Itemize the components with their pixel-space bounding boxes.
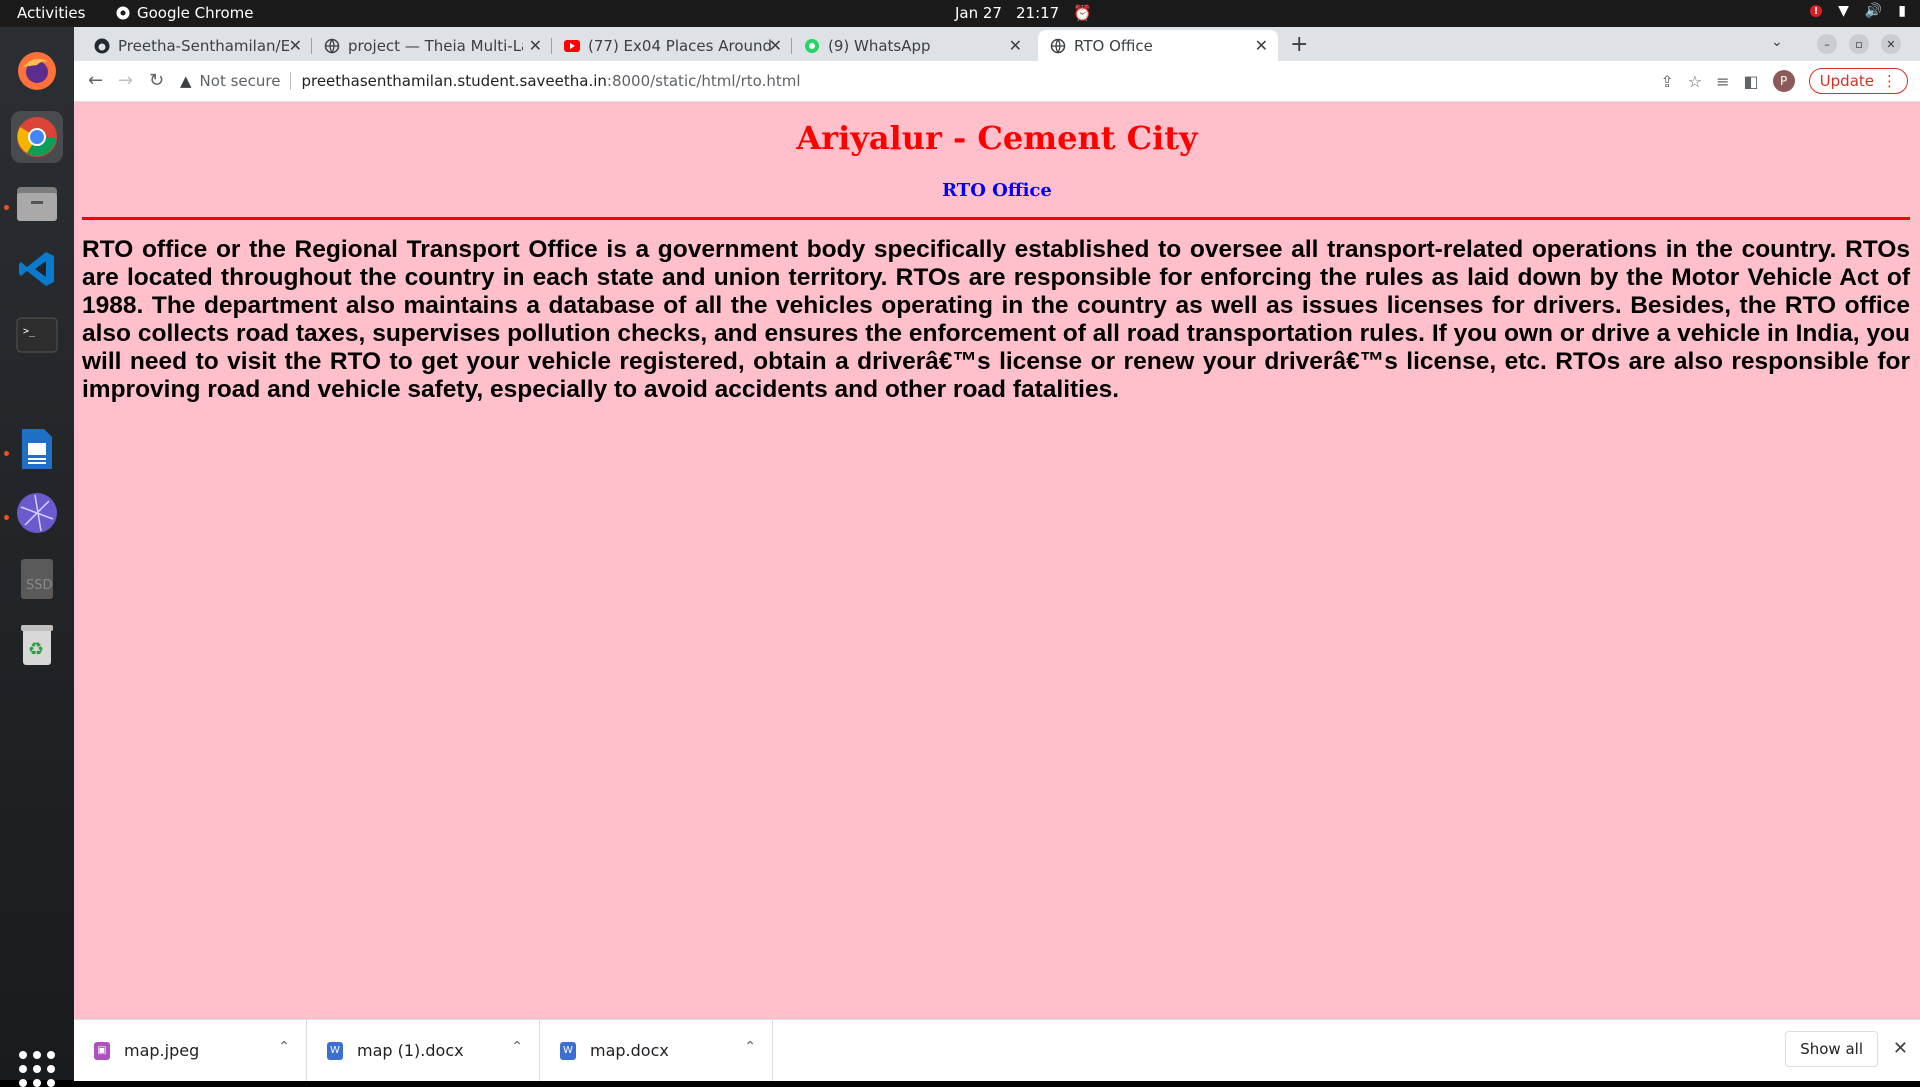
content-paragraph: RTO office or the Regional Transport Off… [82,236,1910,403]
download-item[interactable]: W map (1).docx ⌃ [307,1020,540,1081]
tab-search-icon[interactable]: ⌄ [1771,34,1783,50]
doc-file-icon: W [560,1041,576,1060]
terminal-icon[interactable]: >_ [11,309,63,361]
battery-icon: ▮ [1898,3,1906,19]
running-indicator [4,515,9,520]
side-panel-icon[interactable]: ◧ [1744,72,1759,91]
image-file-icon: ▣ [94,1041,110,1060]
vscode-icon[interactable] [11,243,63,295]
close-window-icon[interactable]: ✕ [1881,34,1901,54]
tab-strip: Preetha-Senthamilan/Ex- ✕ project — Thei… [74,27,1920,61]
chrome-icon[interactable] [11,111,63,163]
tab-title: (9) WhatsApp [828,36,931,55]
trash-icon[interactable]: ♻ [11,619,63,671]
globe-icon [1050,38,1066,54]
notification-badge: ! [1810,5,1823,17]
profile-avatar[interactable]: P [1772,70,1795,92]
tab-theia[interactable]: project — Theia Multi-Lan ✕ [312,30,552,61]
bookmark-star-icon[interactable]: ☆ [1688,72,1702,91]
alarm-icon: ⏰ [1073,4,1092,22]
web-page: Ariyalur - Cement City RTO Office RTO of… [74,102,1920,1019]
forward-icon[interactable]: → [118,70,133,91]
page-title: Ariyalur - Cement City [796,119,1198,157]
new-tab-button[interactable]: + [1290,32,1308,57]
youtube-icon [564,38,580,54]
ssd-icon[interactable]: SSD [11,553,63,605]
app-name: Google Chrome [137,4,254,22]
system-top-bar: Activities Google Chrome Jan 27 21:17 ⏰ … [0,0,1920,27]
update-label: Update [1819,72,1874,90]
chevron-up-icon[interactable]: ⌃ [744,1039,756,1055]
tab-rto-office[interactable]: RTO Office ✕ [1038,30,1278,61]
reading-list-icon[interactable]: ≡ [1716,72,1729,91]
network-icon[interactable] [11,487,63,539]
show-all-button[interactable]: Show all [1785,1031,1878,1067]
url-path: :8000/static/html/rto.html [606,72,801,90]
close-tab-icon[interactable]: ✕ [769,36,782,55]
files-icon[interactable] [11,177,63,229]
svg-text:SSD: SSD [26,578,53,593]
share-icon[interactable]: ⇪ [1660,72,1673,91]
tab-title: project — Theia Multi-Lan [348,36,523,55]
clock-time: 21:17 [1015,4,1060,22]
svg-text:>_: >_ [23,326,36,337]
tab-title: RTO Office [1074,36,1153,55]
writer-icon[interactable] [11,423,63,475]
download-item[interactable]: ▣ map.jpeg ⌃ [74,1020,307,1081]
close-tab-icon[interactable]: ✕ [1009,36,1022,55]
tab-whatsapp[interactable]: (9) WhatsApp ✕ [792,30,1032,61]
warning-icon: ▲ [180,72,192,90]
clock[interactable]: Jan 27 21:17 ⏰ [955,4,1092,22]
minimize-icon[interactable]: – [1817,34,1837,54]
whatsapp-icon [804,38,820,54]
dock: >_ SSD ♻ [0,27,74,1087]
close-tab-icon[interactable]: ✕ [289,36,302,55]
divider-rule [82,217,1910,220]
address-separator [290,72,292,90]
maximize-icon[interactable]: ▫ [1849,34,1869,54]
system-tray[interactable]: ! ▼ 🔊 ▮ [1810,3,1906,19]
browser-toolbar: ← → ↻ ▲ Not secure preethasenthamilan.st… [74,61,1920,102]
download-filename: map (1).docx [357,1041,464,1060]
doc-file-icon: W [327,1041,343,1060]
svg-text:♻: ♻ [28,639,44,660]
close-tab-icon[interactable]: ✕ [529,36,542,55]
toolbar-actions: ⇪ ☆ ≡ ◧ P Update ⋮ [1660,68,1908,94]
running-indicator [4,205,9,210]
firefox-icon[interactable] [11,45,63,97]
download-filename: map.docx [590,1041,669,1060]
update-button[interactable]: Update ⋮ [1808,68,1908,94]
download-item[interactable]: W map.docx ⌃ [540,1020,773,1081]
back-icon[interactable]: ← [88,70,103,91]
security-label: Not secure [199,72,281,90]
chevron-up-icon[interactable]: ⌃ [278,1039,290,1055]
app-menu[interactable]: Google Chrome [116,4,254,22]
chevron-up-icon[interactable]: ⌃ [511,1039,523,1055]
page-subtitle: RTO Office [942,180,1052,201]
download-filename: map.jpeg [124,1041,200,1060]
close-tab-icon[interactable]: ✕ [1255,36,1268,55]
app-grid-icon[interactable] [19,1051,55,1087]
activities-button[interactable]: Activities [17,4,85,22]
url-host: preethasenthamilan.student.saveetha.in [301,72,607,90]
running-indicator [4,451,9,456]
chrome-small-icon [116,6,130,20]
reload-icon[interactable]: ↻ [149,70,164,91]
tab-youtube[interactable]: (77) Ex04 Places Around M ✕ [552,30,792,61]
tab-github[interactable]: Preetha-Senthamilan/Ex- ✕ [82,30,312,61]
tab-title: Preetha-Senthamilan/Ex- [118,36,290,55]
github-icon [94,38,110,54]
address-bar[interactable]: ▲ Not secure preethasenthamilan.student.… [180,67,801,95]
globe-icon [324,38,340,54]
clock-date: Jan 27 [955,4,1002,22]
wifi-icon: ▼ [1838,3,1849,19]
volume-icon: 🔊 [1864,3,1883,19]
chrome-window: Preetha-Senthamilan/Ex- ✕ project — Thei… [74,27,1920,1081]
close-shelf-icon[interactable]: ✕ [1893,1038,1908,1059]
downloads-shelf: ▣ map.jpeg ⌃ W map (1).docx ⌃ W map.docx… [74,1019,1920,1081]
tab-title: (77) Ex04 Places Around M [588,36,778,55]
kebab-menu-icon: ⋮ [1882,72,1897,90]
